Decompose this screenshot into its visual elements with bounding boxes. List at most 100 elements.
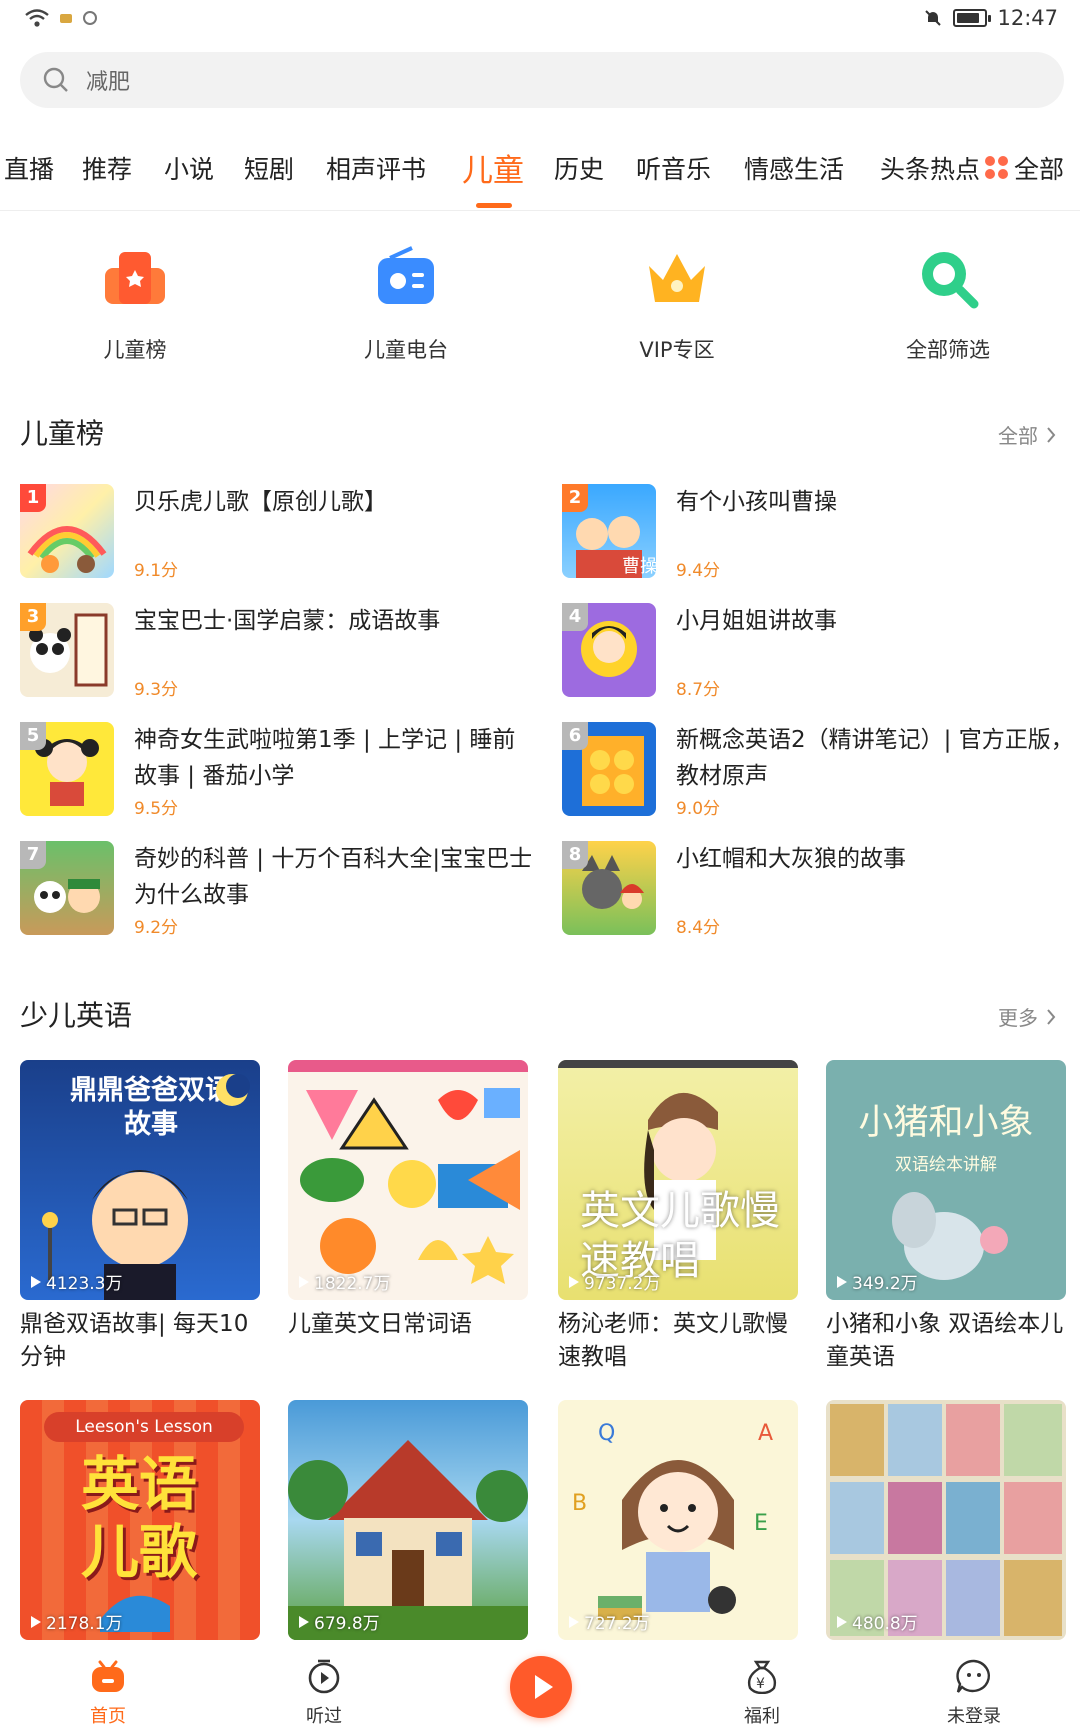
ranking-item[interactable]: 1 贝乐虎儿歌【原创儿歌】 9.1分	[20, 484, 540, 584]
tab-recommend[interactable]: 推荐	[82, 150, 132, 186]
album-card[interactable]: Q A B E 727.2万	[558, 1400, 798, 1640]
ranking-title: 小月姐姐讲故事	[676, 608, 837, 634]
quick-link-ranking[interactable]: 儿童榜	[35, 240, 235, 364]
ranking-title: 有个小孩叫曹操	[676, 489, 837, 515]
ranking-score: 9.0分	[676, 799, 721, 819]
play-icon	[569, 1275, 579, 1288]
tab-short-drama[interactable]: 短剧	[244, 150, 294, 186]
quick-link-radio[interactable]: 儿童电台	[306, 240, 506, 364]
rank-badge: 5	[20, 722, 46, 750]
album-title: 杨沁老师：英文儿歌慢速教唱	[558, 1311, 788, 1370]
wifi-icon	[25, 9, 49, 27]
play-count: 2178.1万	[30, 1609, 122, 1634]
album-card[interactable]: 英文儿歌慢速教唱 9737.2万 杨沁老师：英文儿歌慢速教唱	[558, 1060, 798, 1374]
album-cover: Q A B E 727.2万	[558, 1400, 798, 1640]
play-count-value: 727.2万	[584, 1614, 650, 1634]
tab-music[interactable]: 听音乐	[636, 150, 711, 186]
tab-emotion[interactable]: 情感生活	[744, 150, 844, 186]
all-categories-button[interactable]: 全部	[979, 150, 1064, 186]
rank-badge: 3	[20, 603, 46, 631]
status-icons-right: 12:47	[923, 6, 1058, 30]
play-count: 679.8万	[298, 1609, 380, 1634]
album-card[interactable]: 1822.7万 儿童英文日常词语	[288, 1060, 528, 1341]
play-count-value: 4123.3万	[46, 1274, 123, 1294]
play-count: 727.2万	[568, 1609, 650, 1634]
play-count-value: 9737.2万	[584, 1274, 661, 1294]
tab-headlines[interactable]: 头条热点	[880, 150, 980, 186]
ranking-title: 新概念英语2（精讲笔记）| 官方正版，教材原声	[676, 727, 1074, 789]
ranking-title: 宝宝巴士·国学启蒙：成语故事	[134, 608, 441, 634]
nav-home[interactable]: 首页	[48, 1658, 168, 1728]
crown-icon	[639, 240, 715, 316]
ranking-item[interactable]: 3 宝宝巴士·国学启蒙：成语故事 9.3分	[20, 603, 540, 703]
svg-text:A: A	[758, 1421, 773, 1446]
play-icon	[31, 1615, 41, 1628]
ranking-score: 9.1分	[134, 561, 179, 581]
ranking-item[interactable]: 5 神奇女生武啦啦第1季 | 上学记 | 睡前故事 | 番茄小学 9.5分	[20, 722, 540, 822]
nav-history[interactable]: 听过	[264, 1658, 384, 1728]
ranking-item[interactable]: 4 小月姐姐讲故事 8.7分	[562, 603, 1080, 703]
ranking-score: 9.3分	[134, 680, 179, 700]
search-input[interactable]: 减肥	[20, 52, 1064, 108]
english-more-link[interactable]: 更多	[998, 1002, 1056, 1031]
rank-badge: 1	[20, 484, 46, 512]
chevron-right-icon	[1047, 1008, 1056, 1025]
svg-text:B: B	[572, 1491, 587, 1516]
ranking-score: 9.2分	[134, 918, 179, 938]
play-count-value: 1822.7万	[314, 1274, 391, 1294]
tab-crosstalk[interactable]: 相声评书	[326, 150, 426, 186]
home-icon	[92, 1660, 124, 1692]
play-icon	[569, 1615, 579, 1628]
ranking-score: 9.5分	[134, 799, 179, 819]
battery-icon	[953, 9, 992, 27]
money-bag-icon: ¥	[747, 1660, 777, 1695]
tab-history[interactable]: 历史	[554, 150, 604, 186]
quick-link-label: 儿童电台	[364, 338, 448, 362]
tab-live[interactable]: 直播	[4, 150, 54, 186]
ranking-item[interactable]: 7 奇妙的科普 | 十万个百科大全|宝宝巴士为什么故事 9.2分	[20, 841, 540, 941]
ranking-more-link[interactable]: 全部	[998, 420, 1056, 449]
play-button[interactable]	[510, 1656, 572, 1718]
quick-link-vip[interactable]: VIP专区	[577, 240, 777, 364]
album-title: 小猪和小象 双语绘本儿童英语	[826, 1311, 1064, 1370]
ranking-item[interactable]: 8 小红帽和大灰狼的故事 8.4分	[562, 841, 1080, 941]
status-time: 12:47	[997, 6, 1058, 30]
album-card[interactable]: 小猪和小象 双语绘本讲解 349.2万 小猪和小象 双语绘本儿童英语	[826, 1060, 1066, 1374]
search-filter-icon	[910, 240, 986, 316]
album-card[interactable]: 679.8万	[288, 1400, 528, 1640]
active-tab-indicator	[476, 203, 512, 208]
chevron-right-icon	[1047, 426, 1056, 443]
status-bar: 12:47	[0, 0, 1080, 44]
category-tabs: 直播 推荐 小说 短剧 相声评书 儿童 历史 听音乐 情感生活 头条热点 全部	[0, 140, 1080, 208]
tab-novel[interactable]: 小说	[164, 150, 214, 186]
album-cover: Leeson's Lesson 英语儿歌 2178.1万	[20, 1400, 260, 1640]
svg-text:¥: ¥	[756, 1676, 765, 1692]
play-icon	[299, 1275, 309, 1288]
album-cover: 1822.7万	[288, 1060, 528, 1300]
ranking-item[interactable]: 6 新概念英语2（精讲笔记）| 官方正版，教材原声 9.0分	[562, 722, 1080, 822]
app-notification-icon	[83, 11, 97, 25]
album-cover: 480.8万	[826, 1400, 1066, 1640]
album-card[interactable]: Leeson's Lesson 英语儿歌 2178.1万	[20, 1400, 260, 1640]
rank-badge: 7	[20, 841, 46, 869]
play-count: 1822.7万	[298, 1269, 390, 1294]
all-categories-label: 全部	[1013, 155, 1064, 184]
ranking-score: 8.4分	[676, 918, 721, 938]
play-icon	[535, 1675, 553, 1699]
tab-children[interactable]: 儿童	[462, 145, 524, 190]
nav-welfare[interactable]: ¥ 福利	[702, 1658, 822, 1728]
ranking-title: 小红帽和大灰狼的故事	[676, 846, 906, 872]
quick-link-filter[interactable]: 全部筛选	[848, 240, 1048, 364]
ranking-item[interactable]: 曹操 2 有个小孩叫曹操 9.4分	[562, 484, 1080, 584]
play-count: 349.2万	[836, 1269, 918, 1294]
album-cover: 英文儿歌慢速教唱 9737.2万	[558, 1060, 798, 1300]
album-cover: 小猪和小象 双语绘本讲解 349.2万	[826, 1060, 1066, 1300]
album-card[interactable]: 鼎鼎爸爸双语故事 4123.3万 鼎爸双语故事| 每天10分钟	[20, 1060, 260, 1374]
play-icon	[837, 1275, 847, 1288]
status-icons-left	[24, 8, 98, 28]
grid-icon	[984, 156, 1008, 179]
album-card[interactable]: 480.8万	[826, 1400, 1066, 1640]
nav-account[interactable]: 未登录	[914, 1658, 1034, 1728]
quick-link-label: 儿童榜	[103, 338, 167, 362]
play-count-value: 679.8万	[314, 1614, 380, 1634]
